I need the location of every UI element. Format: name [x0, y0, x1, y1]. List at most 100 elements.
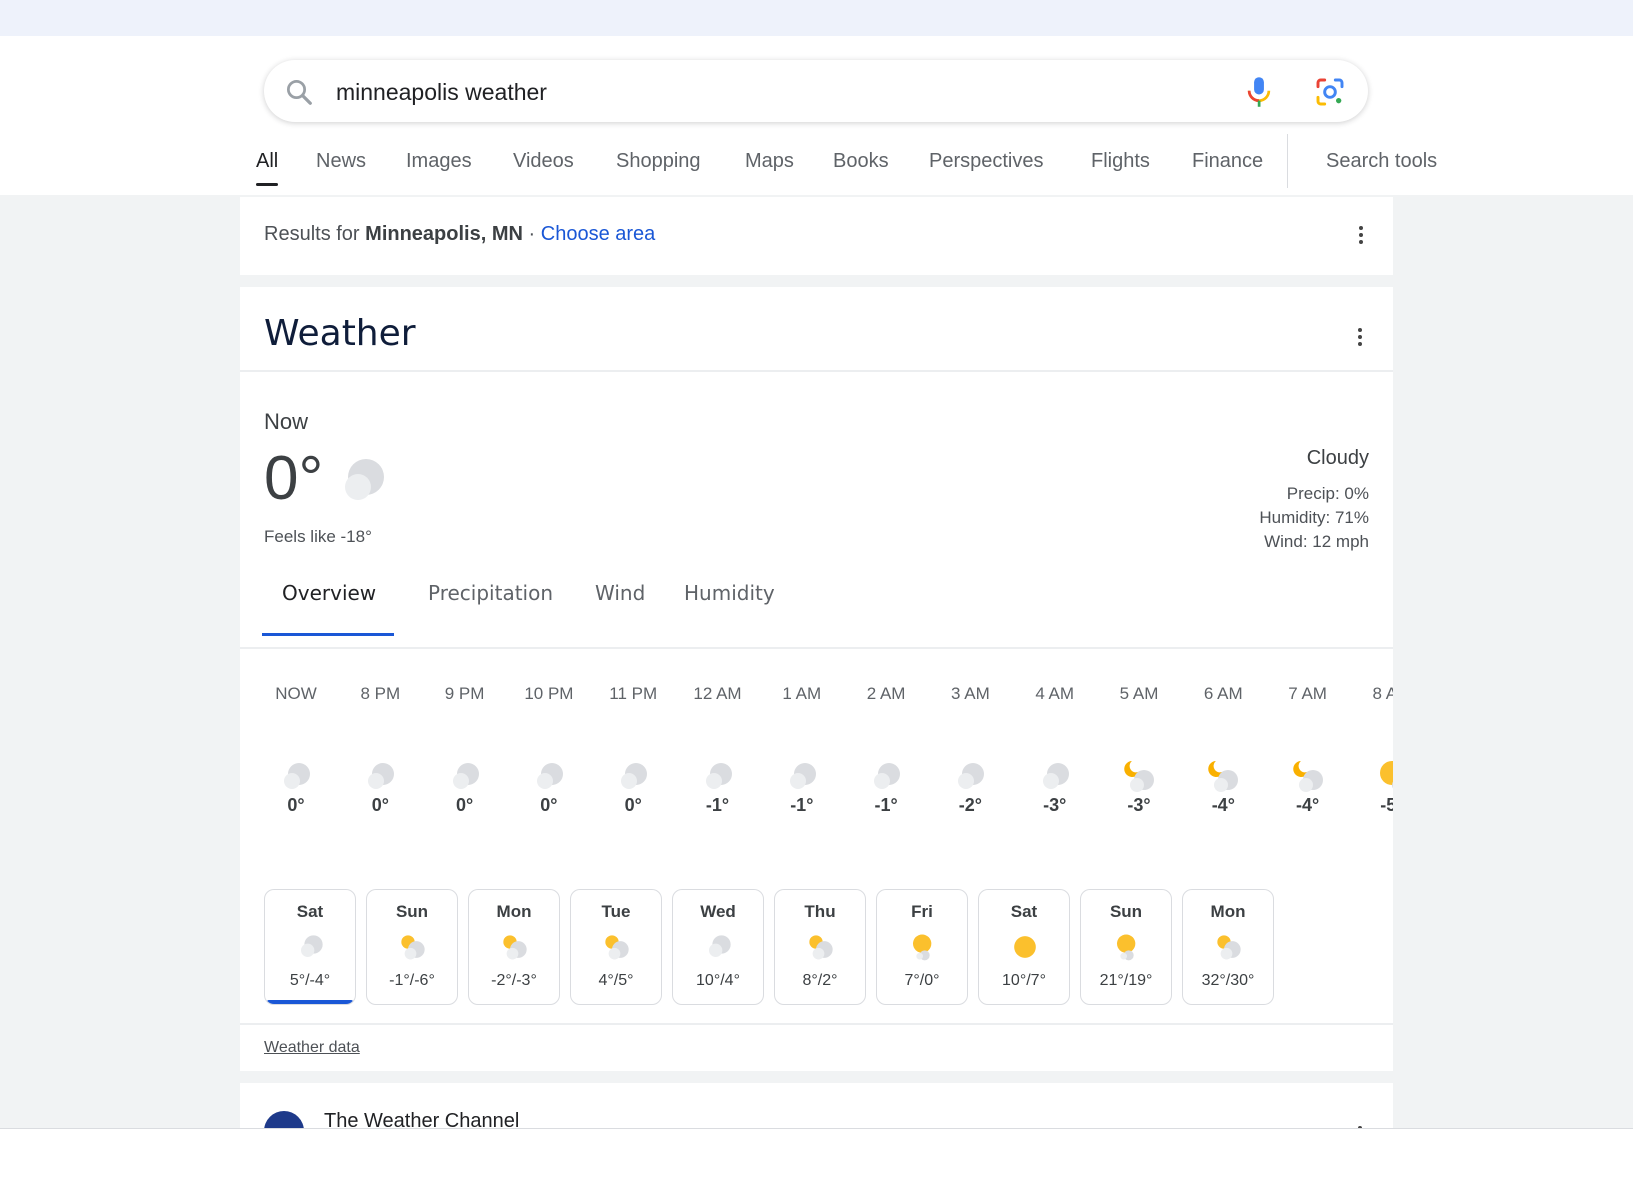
hour-temperature: -4°: [1211, 795, 1235, 815]
tab-precipitation[interactable]: Precipitation: [428, 583, 553, 635]
sunny-icon: [1010, 932, 1040, 967]
cloudy-icon: [615, 759, 651, 800]
day-temp-range: 8°/2°: [802, 972, 838, 989]
cloudy-icon: [447, 759, 483, 800]
day-name: Wed: [700, 902, 736, 921]
day-name: Sat: [1010, 902, 1038, 921]
day-name: Tue: [601, 902, 631, 921]
day-temp-range: -2°/-3°: [491, 972, 537, 989]
source-name[interactable]: The Weather Channel: [324, 1110, 519, 1128]
moon-cloud-icon: [1121, 759, 1157, 800]
microphone-icon[interactable]: [1244, 76, 1274, 113]
day-card[interactable]: Sun 21°/19°: [1080, 889, 1172, 1005]
current-temperature: 0°: [264, 444, 324, 513]
hour-time: 8 PM: [360, 684, 401, 703]
day-name: Thu: [804, 902, 836, 921]
weather-data-link[interactable]: Weather data: [264, 1039, 360, 1057]
day-name: Mon: [496, 902, 532, 921]
tab-images[interactable]: Images: [406, 142, 472, 188]
day-card[interactable]: Sat 5°/-4°: [264, 889, 356, 1005]
hour-temperature: -3°: [1043, 795, 1067, 815]
day-name: Mon: [1210, 902, 1246, 921]
hour-time: 7 AM: [1288, 684, 1327, 703]
day-card[interactable]: Wed 10°/4°: [672, 889, 764, 1005]
day-temp-range: 10°/7°: [1002, 972, 1046, 989]
day-card[interactable]: Sun -1°/-6°: [366, 889, 458, 1005]
search-box[interactable]: [264, 60, 1368, 122]
hour-time: 2 AM: [866, 684, 906, 703]
hourly-item: 2 AM -1°: [844, 649, 928, 869]
partly-cloudy-icon: [1214, 932, 1244, 967]
day-name: Sun: [395, 902, 429, 921]
tab-humidity[interactable]: Humidity: [684, 583, 775, 635]
nav-divider: [1287, 134, 1288, 188]
weather-more-options-icon[interactable]: [1348, 325, 1372, 349]
search-input[interactable]: [334, 74, 1198, 110]
day-temp-range: 10°/4°: [696, 972, 740, 989]
hour-time: 5 AM: [1119, 684, 1159, 703]
hour-time: 4 AM: [1035, 684, 1075, 703]
cloudy-icon: [952, 759, 988, 800]
cloudy-icon: [704, 932, 734, 967]
google-lens-icon[interactable]: [1314, 76, 1346, 113]
hour-time: 11 PM: [609, 684, 658, 703]
tab-news[interactable]: News: [316, 142, 366, 188]
tab-perspectives[interactable]: Perspectives: [929, 142, 1044, 188]
location-card: Results for Minneapolis, MN · Choose are…: [240, 197, 1393, 275]
hourly-item: 8 PM 0°: [338, 649, 422, 869]
partly-cloudy-icon: [398, 932, 428, 967]
partly-cloudy-icon: [806, 932, 836, 967]
feels-like: Feels like -18°: [264, 527, 372, 546]
weather-card: Weather Now 0° Feels like -18° Cloudy Pr…: [240, 287, 1393, 1071]
day-temp-range: 7°/0°: [904, 972, 940, 989]
choose-area-link[interactable]: Choose area: [541, 223, 656, 245]
partly-cloudy-icon: [602, 932, 632, 967]
tab-shopping[interactable]: Shopping: [616, 142, 701, 188]
hour-temperature: 0°: [455, 795, 474, 815]
partly-cloudy-icon: [500, 932, 530, 967]
tab-all[interactable]: All: [256, 142, 279, 188]
day-card[interactable]: Mon 32°/30°: [1182, 889, 1274, 1005]
tab-flights[interactable]: Flights: [1091, 142, 1150, 188]
tab-books[interactable]: Books: [833, 142, 889, 188]
day-card[interactable]: Sat 10°/7°: [978, 889, 1070, 1005]
cloud-icon: [338, 457, 386, 506]
hour-temperature: -1°: [790, 795, 814, 815]
hourly-forecast[interactable]: NOW 0° 8 PM 0° 9 PM 0° 10 PM 0° 11 PM 0° 12 AM -1° 1…: [240, 649, 1393, 869]
hourly-item: 4 AM -3°: [1013, 649, 1097, 869]
weather-condition: Cloudy: [1306, 447, 1369, 469]
hourly-item: 11 PM 0°: [591, 649, 675, 869]
cloudy-icon: [296, 932, 326, 967]
humidity-stat: Humidity: 71%: [1259, 508, 1369, 527]
cloudy-icon: [1037, 759, 1073, 800]
separator-dot: ·: [528, 223, 536, 245]
hourly-item: 10 PM 0°: [507, 649, 591, 869]
tab-overview[interactable]: Overview: [261, 583, 395, 636]
day-card[interactable]: Mon -2°/-3°: [468, 889, 560, 1005]
hour-temperature: -1°: [705, 795, 730, 815]
hour-temperature: -3°: [1127, 795, 1151, 815]
weather-channel-logo: [264, 1111, 304, 1128]
day-card[interactable]: Fri 7°/0°: [876, 889, 968, 1005]
hourly-item: NOW 0°: [254, 649, 338, 869]
search-icon[interactable]: [284, 77, 314, 112]
tab-maps[interactable]: Maps: [745, 142, 794, 188]
hour-time: 12 AM: [693, 684, 742, 703]
hourly-item: 9 PM 0°: [423, 649, 507, 869]
tab-videos[interactable]: Videos: [513, 142, 574, 188]
more-options-icon[interactable]: [1349, 223, 1373, 247]
tab-finance[interactable]: Finance: [1192, 142, 1263, 188]
tab-wind[interactable]: Wind: [595, 583, 645, 635]
day-card[interactable]: Thu 8°/2°: [774, 889, 866, 1005]
day-name: Fri: [911, 902, 933, 921]
day-card[interactable]: Tue 4°/5°: [570, 889, 662, 1005]
hourly-item: 7 AM -4°: [1266, 649, 1350, 869]
hour-time: 6 AM: [1203, 684, 1243, 703]
search-tools-button[interactable]: Search tools: [1326, 142, 1437, 188]
cloudy-icon: [784, 759, 820, 800]
hourly-item: 6 AM -4°: [1181, 649, 1265, 869]
hour-time: 1 AM: [782, 684, 822, 703]
mostly-sunny-icon: [908, 932, 938, 967]
hour-temperature: 0°: [624, 795, 642, 815]
cloudy-icon: [700, 759, 736, 800]
